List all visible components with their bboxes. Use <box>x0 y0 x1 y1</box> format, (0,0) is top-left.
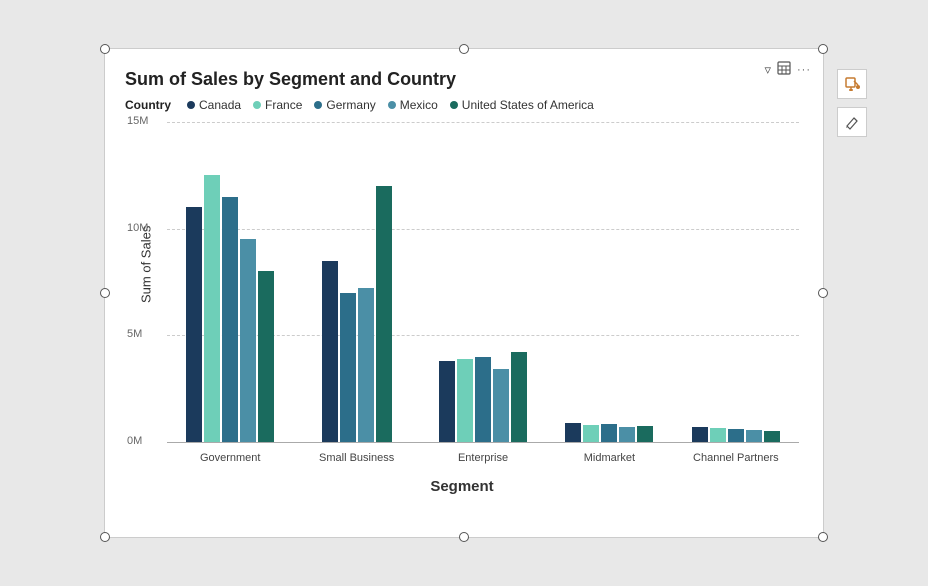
segment-group-enterprise: Enterprise <box>420 122 546 442</box>
bar-enterprise-mexico[interactable] <box>493 369 509 442</box>
bar-midmarket-germany[interactable] <box>601 424 617 442</box>
legend-dot <box>450 101 458 109</box>
segment-label-enterprise: Enterprise <box>458 452 508 464</box>
legend-dot <box>388 101 396 109</box>
bar-midmarket-mexico[interactable] <box>619 427 635 442</box>
y-axis-label: Sum of Sales <box>139 261 154 303</box>
bar-small-business-united-states-of-america[interactable] <box>376 186 392 442</box>
legend-dot <box>314 101 322 109</box>
segment-label-government: Government <box>200 452 261 464</box>
bar-enterprise-canada[interactable] <box>439 361 455 442</box>
bar-channel-partners-canada[interactable] <box>692 427 708 442</box>
legend-item-united-states-of-america: United States of America <box>450 98 594 112</box>
bar-midmarket-canada[interactable] <box>565 423 581 442</box>
segment-label-channel-partners: Channel Partners <box>693 452 779 464</box>
chart-title: Sum of Sales by Segment and Country <box>125 69 799 90</box>
handle-mid-right[interactable] <box>818 288 828 298</box>
legend-label: Country <box>125 98 171 112</box>
legend-item-label: Mexico <box>400 98 438 112</box>
bar-government-canada[interactable] <box>186 207 202 442</box>
segment-group-government: Government <box>167 122 293 442</box>
legend-item-mexico: Mexico <box>388 98 438 112</box>
bar-enterprise-united-states-of-america[interactable] <box>511 352 527 442</box>
bar-government-united-states-of-america[interactable] <box>258 271 274 442</box>
y-axis-wrapper: Sum of Sales <box>125 122 167 442</box>
filter-icon[interactable]: ▿ <box>764 62 771 78</box>
chart-plot: 15M 10M 5M 0M GovernmentSmall BusinessEn… <box>167 122 799 442</box>
legend-item-label: France <box>265 98 302 112</box>
legend: Country Canada France Germany Mexico United … <box>125 98 799 112</box>
segment-group-midmarket: Midmarket <box>546 122 672 442</box>
bar-channel-partners-france[interactable] <box>710 428 726 442</box>
legend-dot <box>253 101 261 109</box>
legend-item-france: France <box>253 98 302 112</box>
bar-small-business-germany[interactable] <box>340 293 356 442</box>
bar-enterprise-germany[interactable] <box>475 357 491 442</box>
bar-channel-partners-united-states-of-america[interactable] <box>764 431 780 442</box>
side-icons <box>837 69 867 137</box>
legend-dot <box>187 101 195 109</box>
legend-item-label: United States of America <box>462 98 594 112</box>
pencil-icon[interactable] <box>837 107 867 137</box>
bar-channel-partners-germany[interactable] <box>728 429 744 442</box>
bar-small-business-canada[interactable] <box>322 261 338 442</box>
handle-top-right[interactable] <box>818 44 828 54</box>
segment-label-midmarket: Midmarket <box>584 452 635 464</box>
handle-bot-left[interactable] <box>100 532 110 542</box>
bar-channel-partners-mexico[interactable] <box>746 430 762 442</box>
bar-government-mexico[interactable] <box>240 239 256 442</box>
more-icon[interactable]: ··· <box>797 64 811 76</box>
segment-group-channel-partners: Channel Partners <box>673 122 799 442</box>
bar-small-business-mexico[interactable] <box>358 288 374 442</box>
bar-midmarket-france[interactable] <box>583 425 599 442</box>
handle-mid-left[interactable] <box>100 288 110 298</box>
handle-bot-right[interactable] <box>818 532 828 542</box>
legend-item-canada: Canada <box>187 98 241 112</box>
bar-enterprise-france[interactable] <box>457 359 473 442</box>
legend-item-label: Germany <box>326 98 375 112</box>
table-icon[interactable] <box>777 61 791 78</box>
segment-group-small-business: Small Business <box>293 122 419 442</box>
handle-top-mid[interactable] <box>459 44 469 54</box>
x-axis-label: Segment <box>125 478 799 495</box>
bar-government-germany[interactable] <box>222 197 238 442</box>
grid-line-0m: 0M <box>167 442 799 443</box>
legend-item-germany: Germany <box>314 98 375 112</box>
paint-bucket-icon[interactable] <box>837 69 867 99</box>
handle-top-left[interactable] <box>100 44 110 54</box>
toolbar-icons: ▿ ··· <box>764 61 811 78</box>
bar-midmarket-united-states-of-america[interactable] <box>637 426 653 442</box>
legend-item-label: Canada <box>199 98 241 112</box>
segment-label-small-business: Small Business <box>319 452 394 464</box>
chart-container: ▿ ··· Sum of Sales by Segment and Countr… <box>104 48 824 538</box>
chart-wrapper: Sum of Sales 15M 10M 5M 0M Government <box>125 122 799 442</box>
bar-government-france[interactable] <box>204 175 220 442</box>
bars-area: GovernmentSmall BusinessEnterpriseMidmar… <box>167 122 799 442</box>
handle-bot-mid[interactable] <box>459 532 469 542</box>
